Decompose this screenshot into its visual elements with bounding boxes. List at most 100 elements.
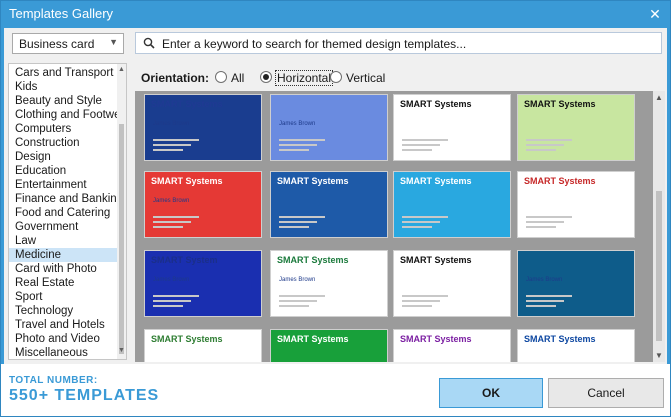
scroll-down-icon[interactable]: ▼ — [117, 347, 126, 357]
search-field[interactable]: Enter a keyword to search for themed des… — [135, 32, 662, 54]
templates-gallery-window: Templates Gallery ✕ Business card ▼ Cars… — [0, 0, 671, 417]
radio-horizontal-label: Horizontal — [274, 70, 334, 86]
category-type-select[interactable]: Business card ▼ — [12, 33, 124, 54]
template-text-line — [153, 295, 199, 297]
template-person-name: James Brown — [279, 121, 316, 127]
category-item[interactable]: Kids — [9, 80, 119, 94]
category-item[interactable]: Travel and Hotels — [9, 318, 119, 332]
category-item[interactable]: Food and Catering — [9, 206, 119, 220]
template-thumbnail[interactable]: SMART Systems James Brown — [144, 94, 262, 161]
category-item[interactable]: Entertainment — [9, 178, 119, 192]
template-company-name: SMART Systems — [400, 334, 472, 344]
category-item[interactable]: Photo and Video — [9, 332, 119, 346]
template-text-line — [279, 305, 309, 307]
template-thumbnail[interactable]: SMART Systems — [270, 171, 388, 238]
title-bar: Templates Gallery ✕ — [1, 1, 670, 27]
search-icon — [143, 37, 155, 49]
template-thumbnail[interactable]: SMART Systems — [517, 94, 635, 161]
category-item[interactable]: Computers — [9, 122, 119, 136]
template-company-name: SMART Systems — [524, 99, 596, 109]
category-item[interactable]: Finance and Banking — [9, 192, 123, 206]
category-item[interactable]: Law — [9, 234, 119, 248]
template-thumbnail[interactable]: SMART Systems — [517, 329, 635, 362]
scroll-thumb[interactable] — [119, 124, 124, 354]
category-item[interactable]: Education — [9, 164, 119, 178]
category-item[interactable]: Miscellaneous — [9, 346, 119, 359]
search-placeholder: Enter a keyword to search for themed des… — [162, 37, 467, 51]
template-thumbnail[interactable]: James Brown — [270, 94, 388, 161]
category-type-value: Business card — [19, 37, 95, 51]
template-text-line — [526, 300, 564, 302]
category-item[interactable]: Real Estate — [9, 276, 119, 290]
template-thumbnail[interactable]: SMART Systems — [270, 329, 388, 362]
template-company-name: SMART Systems — [151, 176, 223, 186]
category-list[interactable]: Cars and Transport Kids Beauty and Style Cl… — [8, 63, 127, 360]
template-text-line — [279, 216, 325, 218]
template-thumbnail[interactable]: SMART Systems — [144, 329, 262, 362]
template-gallery[interactable]: ▲ ▼ SMART Systems James Brown James Brown S… — [135, 91, 665, 362]
template-company-name: SMART Systems — [400, 176, 472, 186]
template-company-name: SMART Systems — [524, 176, 596, 186]
template-text-line — [153, 305, 183, 307]
template-text-line — [402, 149, 432, 151]
template-text-line — [402, 216, 448, 218]
template-thumbnail[interactable]: SMART Systems — [393, 250, 511, 317]
category-item[interactable]: Government — [9, 220, 119, 234]
scroll-up-icon[interactable]: ▲ — [653, 93, 665, 102]
template-thumbnail[interactable]: SMART Systems — [517, 171, 635, 238]
template-thumbnail[interactable]: SMART Systems James Brown — [270, 250, 388, 317]
template-thumbnail[interactable]: James Brown — [517, 250, 635, 317]
scroll-thumb[interactable] — [656, 191, 662, 341]
radio-all-label: All — [231, 71, 245, 85]
template-text-line — [526, 139, 572, 141]
template-text-line — [526, 216, 572, 218]
template-company-name: SMART Systems — [277, 176, 349, 186]
template-text-line — [153, 300, 191, 302]
template-text-line — [402, 300, 440, 302]
scroll-down-icon[interactable]: ▼ — [653, 351, 665, 360]
template-person-name: James Brown — [153, 198, 190, 204]
template-company-name: SMART System — [151, 255, 218, 265]
category-item[interactable]: Clothing and Footwear — [9, 108, 126, 122]
template-text-line — [279, 226, 309, 228]
window-title: Templates Gallery — [9, 6, 114, 21]
radio-horizontal-dot[interactable] — [260, 71, 272, 83]
category-item[interactable]: Design — [9, 150, 119, 164]
category-item[interactable]: Construction — [9, 136, 119, 150]
template-thumbnail[interactable]: SMART Systems — [393, 94, 511, 161]
category-item[interactable]: Sport — [9, 290, 119, 304]
category-item[interactable]: Technology — [9, 304, 119, 318]
category-item[interactable]: Beauty and Style — [9, 94, 119, 108]
category-item[interactable]: Medicine — [9, 248, 119, 262]
dialog-body: Business card ▼ Cars and Transport Kids Be… — [4, 28, 667, 364]
template-company-name: SMART Systems — [151, 334, 223, 344]
template-thumbnail[interactable]: SMART Systems — [393, 171, 511, 238]
cancel-button[interactable]: Cancel — [548, 378, 664, 408]
template-company-name: SMART Systems — [400, 99, 472, 109]
radio-vertical-dot[interactable] — [330, 71, 342, 83]
template-thumbnail[interactable]: SMART Systems James Brown — [144, 171, 262, 238]
category-item[interactable]: Card with Photo — [9, 262, 119, 276]
scroll-up-icon[interactable]: ▲ — [117, 66, 126, 76]
category-items: Cars and Transport Kids Beauty and Style Cl… — [9, 66, 126, 359]
template-company-name: SMART Systems — [400, 255, 472, 265]
template-thumbnail[interactable]: SMART Systems — [393, 329, 511, 362]
template-text-line — [279, 144, 317, 146]
radio-all-dot[interactable] — [215, 71, 227, 83]
template-text-line — [402, 144, 440, 146]
template-person-name: James Brown — [279, 277, 316, 283]
template-thumbnail[interactable]: SMART System James Brown — [144, 250, 262, 317]
template-text-line — [526, 305, 556, 307]
gallery-scrollbar[interactable]: ▲ ▼ — [653, 91, 665, 362]
chevron-down-icon[interactable]: ▼ — [109, 37, 118, 47]
template-text-line — [279, 139, 325, 141]
template-text-line — [526, 144, 564, 146]
template-text-line — [279, 149, 309, 151]
template-text-line — [526, 221, 564, 223]
close-icon[interactable]: ✕ — [646, 6, 664, 22]
ok-button[interactable]: OK — [439, 378, 543, 408]
category-scrollbar[interactable]: ▲ ▼ — [117, 64, 126, 359]
category-item[interactable]: Cars and Transport — [9, 66, 119, 80]
template-text-line — [279, 221, 317, 223]
template-person-name: James Brown — [526, 277, 563, 283]
